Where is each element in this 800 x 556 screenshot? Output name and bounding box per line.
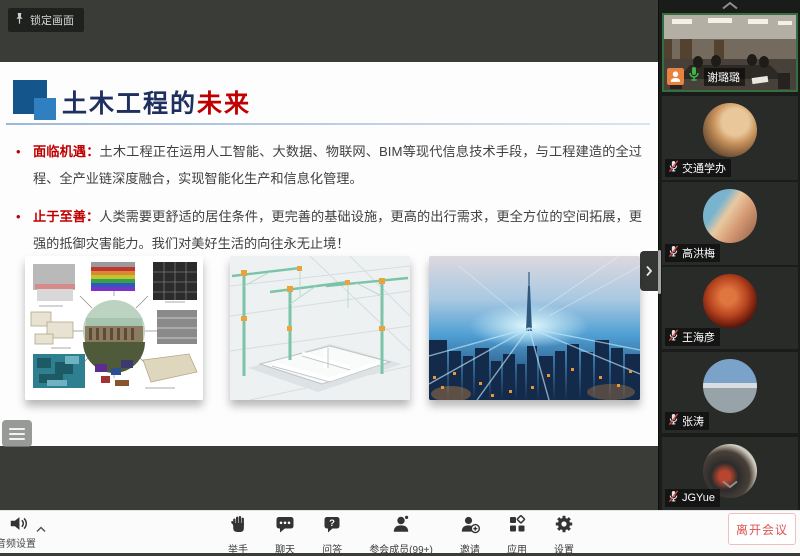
toolbar-center-buttons: 举手 聊天 ? 问答 参会成员(99+) 邀请 应用 设置 xyxy=(228,514,574,556)
invite-button[interactable]: 邀请 xyxy=(460,514,480,556)
mic-muted-icon xyxy=(668,329,679,345)
bullet-text: 面临机遇：土木工程正在运用人工智能、大数据、物联网、BIM等现代信息技术手段，与… xyxy=(33,138,642,192)
avatar xyxy=(703,359,757,413)
apps-button[interactable]: 应用 xyxy=(507,514,527,556)
audio-expand-chevron[interactable] xyxy=(36,520,46,538)
participant-name: JGYue xyxy=(682,492,715,504)
participant-tile[interactable]: JGYue xyxy=(662,437,798,510)
participants-sidebar: 谢璐璐 交通学办 高洪梅 王海彦 张涛 JGYue xyxy=(658,0,800,510)
lock-view-button[interactable]: 锁定画面 xyxy=(8,8,84,32)
participant-tile[interactable]: 张涛 xyxy=(662,352,798,433)
gear-icon xyxy=(554,514,574,539)
settings-button[interactable]: 设置 xyxy=(554,514,574,556)
scroll-down-button[interactable] xyxy=(659,480,800,489)
slide-title: 土木工程的未来 xyxy=(62,84,251,120)
participant-name: 高洪梅 xyxy=(682,245,715,261)
participant-tile[interactable]: 交通学办 xyxy=(662,96,798,180)
bullet-lead: 面临机遇： xyxy=(33,144,100,159)
presentation-slide: 土木工程的未来 • 面临机遇：土木工程正在运用人工智能、大数据、物联网、BIM等… xyxy=(0,62,658,446)
qa-icon: ? xyxy=(322,514,342,539)
svg-text:?: ? xyxy=(329,518,335,529)
bullet-body: 土木工程正在运用人工智能、大数据、物联网、BIM等现代信息技术手段，与工程建造的… xyxy=(33,144,642,186)
raise-hand-button[interactable]: 举手 xyxy=(228,514,248,556)
bullet-item: • 止于至善：人类需要更舒适的居住条件，更完善的基础设施，更高的出行需求，更全方… xyxy=(16,203,642,257)
invite-label: 邀请 xyxy=(460,541,480,556)
chevron-right-icon xyxy=(645,265,653,277)
mic-muted-icon xyxy=(668,490,679,506)
scroll-up-button[interactable] xyxy=(659,1,800,10)
annotation-menu-button[interactable] xyxy=(2,420,32,447)
participant-tile[interactable]: 高洪梅 xyxy=(662,182,798,265)
slide-image-bim-collage xyxy=(25,256,203,400)
chat-label: 聊天 xyxy=(275,541,295,556)
bullet-text: 止于至善：人类需要更舒适的居住条件，更完善的基础设施，更高的出行需求，更全方位的… xyxy=(33,203,642,257)
host-avatar-badge xyxy=(667,68,684,85)
avatar xyxy=(703,103,757,157)
sidebar-collapse-handle[interactable] xyxy=(640,251,658,291)
qa-button[interactable]: ? 问答 xyxy=(322,514,342,556)
chevron-down-icon xyxy=(721,480,739,489)
participant-name: 王海彦 xyxy=(682,329,715,345)
bullet-item: • 面临机遇：土木工程正在运用人工智能、大数据、物联网、BIM等现代信息技术手段… xyxy=(16,138,642,192)
participants-button[interactable]: 参会成员(99+) xyxy=(369,514,433,556)
sidebar-scrollbar[interactable] xyxy=(658,250,661,294)
raise-hand-icon xyxy=(228,514,248,539)
participants-label: 参会成员(99+) xyxy=(369,541,433,556)
slide-title-accent: 未来 xyxy=(197,90,251,118)
invite-icon xyxy=(460,514,480,539)
slide-bullets: • 面临机遇：土木工程正在运用人工智能、大数据、物联网、BIM等现代信息技术手段… xyxy=(16,138,642,268)
avatar xyxy=(703,189,757,243)
slide-title-main: 土木工程的 xyxy=(62,90,197,118)
participant-tile-video[interactable]: 谢璐璐 xyxy=(662,13,798,92)
participant-name: 谢璐璐 xyxy=(707,69,740,85)
chat-button[interactable]: 聊天 xyxy=(275,514,295,556)
participant-tile[interactable]: 王海彦 xyxy=(662,267,798,349)
settings-label: 设置 xyxy=(554,541,574,556)
mic-muted-icon xyxy=(668,413,679,429)
bullet-marker: • xyxy=(16,138,33,192)
slide-logo-overlay xyxy=(34,98,56,120)
chevron-up-icon xyxy=(721,1,739,10)
avatar xyxy=(703,274,757,328)
lock-view-label: 锁定画面 xyxy=(30,12,74,28)
raise-hand-label: 举手 xyxy=(228,541,248,556)
participant-name: 交通学办 xyxy=(682,160,726,176)
apps-icon xyxy=(507,514,527,539)
bullet-marker: • xyxy=(16,203,33,257)
pin-icon xyxy=(14,12,25,28)
apps-label: 应用 xyxy=(507,541,527,556)
qa-label: 问答 xyxy=(322,541,342,556)
leave-meeting-button[interactable]: 离开会议 xyxy=(728,513,796,545)
slide-image-smart-city xyxy=(429,256,640,400)
slide-image-construction xyxy=(230,256,410,400)
mic-on-icon xyxy=(687,66,701,87)
shared-screen-area: 锁定画面 土木工程的未来 • 面临机遇：土木工程正在运用人工智能、大数据、物联网… xyxy=(0,0,658,552)
participant-name: 张涛 xyxy=(682,413,704,429)
slide-images xyxy=(25,256,640,400)
mic-muted-icon xyxy=(668,245,679,261)
audio-settings-control[interactable]: 音频设置 xyxy=(0,511,70,551)
bullet-lead: 止于至善： xyxy=(33,209,99,224)
bullet-body: 人类需要更舒适的居住条件，更完善的基础设施，更高的出行需求，更全方位的空间拓展，… xyxy=(33,209,642,251)
participants-icon xyxy=(391,514,411,539)
title-divider xyxy=(6,123,650,125)
chat-icon xyxy=(275,514,295,539)
audio-settings-label: 音频设置 xyxy=(0,535,36,550)
mic-muted-icon xyxy=(668,160,679,176)
